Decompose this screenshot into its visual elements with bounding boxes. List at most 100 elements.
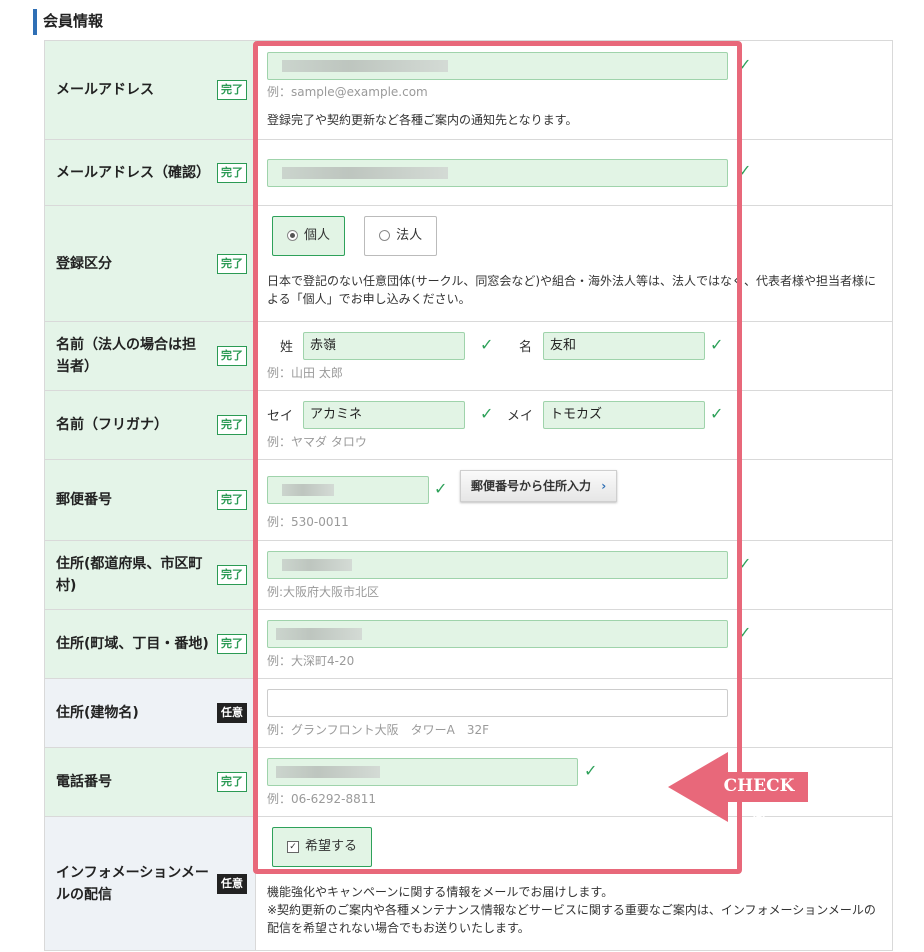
address1-label: 住所(都道府県、市区町村) — [56, 556, 203, 594]
status-badge-done: 完了 — [217, 162, 247, 183]
label-cell-kana: 名前（フリガナ） 完了 — [44, 390, 256, 460]
label-cell-postal: 郵便番号 完了 — [44, 459, 256, 541]
address2-hint: 例：大深町4-20 — [267, 654, 355, 668]
check-icon: ✓ — [738, 161, 752, 180]
email-label: メールアドレス — [56, 82, 154, 98]
first-kana-label: メイ — [507, 409, 534, 424]
label-cell-newsletter: インフォメーションメールの配信 任意 — [44, 816, 256, 951]
field-cell-address2: ✓ 例：大深町4-20 — [255, 609, 893, 679]
field-cell-email: ✓ 例：sample@example.com 登録完了や契約更新など各種ご案内の… — [255, 40, 893, 140]
newsletter-note-line2: ※契約更新のご案内や各種メンテナンス情報などサービスに関する重要なご案内は、イン… — [267, 903, 876, 935]
status-badge-done: 完了 — [217, 490, 247, 510]
newsletter-label: インフォメーションメールの配信 — [56, 864, 209, 903]
address1-input[interactable] — [267, 551, 728, 579]
row-address2: 住所(町域、丁目・番地) 完了 ✓ 例：大深町4-20 — [44, 609, 893, 679]
label-cell-email-confirm: メールアドレス（確認） 完了 — [44, 139, 256, 206]
newsletter-checkbox-label: 希望する — [305, 839, 358, 854]
label-cell-email: メールアドレス 完了 — [44, 40, 256, 140]
last-name-label: 姓 — [280, 340, 294, 355]
email-confirm-label: メールアドレス（確認） — [56, 164, 210, 181]
label-cell-building: 住所(建物名) 任意 — [44, 678, 256, 748]
check-icon: ✓ — [584, 761, 598, 780]
field-cell-registration: 個人 法人 日本で登記のない任意団体(サークル、同窓会など)や組合・海外法人等は… — [255, 205, 893, 322]
phone-hint: 例：06-6292-8811 — [267, 792, 377, 806]
field-cell-name: 姓 赤嶺 ✓ 名 友和 ✓ 例：山田 太郎 — [255, 321, 893, 391]
address2-input[interactable] — [267, 620, 728, 648]
radio-dot-icon — [287, 230, 298, 241]
label-cell-name: 名前（法人の場合は担当者） 完了 — [44, 321, 256, 391]
phone-input[interactable] — [267, 758, 578, 786]
check-icon: ✓ — [710, 335, 724, 354]
first-name-input[interactable]: 友和 — [543, 332, 705, 360]
last-kana-label: セイ — [267, 409, 294, 424]
check-icon: ✓ — [710, 404, 724, 423]
status-badge-optional: 任意 — [217, 873, 247, 894]
radio-dot-icon — [379, 230, 391, 241]
row-email: メールアドレス 完了 ✓ 例：sample@example.com 登録完了や契… — [44, 40, 893, 140]
email-input[interactable] — [267, 52, 728, 80]
field-cell-address1: ✓ 例:大阪府大阪市北区 — [255, 540, 893, 610]
postal-input[interactable] — [267, 476, 429, 504]
section-title: 会員情報 — [33, 9, 103, 35]
first-kana-input[interactable]: トモカズ — [543, 401, 705, 429]
last-kana-input[interactable]: アカミネ — [303, 401, 465, 429]
check-icon: ✓ — [480, 335, 494, 354]
row-postal: 郵便番号 完了 ✓ 郵便番号から住所入力 › 例：530-0011 — [44, 459, 893, 541]
building-input[interactable] — [267, 689, 728, 717]
building-hint: 例：グランフロント大阪 タワーA 32F — [267, 723, 490, 737]
label-cell-registration: 登録区分 完了 — [44, 205, 256, 322]
row-building: 住所(建物名) 任意 例：グランフロント大阪 タワーA 32F — [44, 678, 893, 748]
registration-note: 日本で登記のない任意団体(サークル、同窓会など)や組合・海外法人等は、法人ではな… — [267, 274, 877, 306]
status-badge-done: 完了 — [217, 253, 247, 274]
phone-label: 電話番号 — [56, 774, 112, 790]
label-cell-address1: 住所(都道府県、市区町村) 完了 — [44, 540, 256, 610]
first-name-label: 名 — [519, 340, 533, 355]
registration-label: 登録区分 — [56, 255, 112, 272]
kana-hint: 例：ヤマダ タロウ — [267, 435, 367, 449]
row-newsletter: インフォメーションメールの配信 任意 ✓ 希望する 機能強化やキャンペーンに関する… — [44, 816, 893, 951]
newsletter-note-line1: 機能強化やキャンペーンに関する情報をメールでお届けします。 — [267, 885, 614, 899]
kana-label: 名前（フリガナ） — [56, 417, 168, 433]
check-icon: ✓ — [738, 623, 752, 642]
radio-corporation-label: 法人 — [396, 228, 423, 243]
label-cell-address2: 住所(町域、丁目・番地) 完了 — [44, 609, 256, 679]
radio-individual[interactable]: 個人 — [272, 216, 346, 256]
row-name: 名前（法人の場合は担当者） 完了 姓 赤嶺 ✓ 名 友和 ✓ 例：山田 太郎 — [44, 321, 893, 391]
building-label: 住所(建物名) — [56, 705, 139, 721]
postal-lookup-button[interactable]: 郵便番号から住所入力 › — [460, 470, 618, 502]
row-address1: 住所(都道府県、市区町村) 完了 ✓ 例:大阪府大阪市北区 — [44, 540, 893, 610]
status-badge-done: 完了 — [217, 346, 247, 366]
label-cell-phone: 電話番号 完了 — [44, 747, 256, 817]
status-badge-optional: 任意 — [217, 703, 247, 723]
status-badge-done: 完了 — [217, 565, 247, 585]
email-confirm-input[interactable] — [267, 159, 728, 187]
row-registration: 登録区分 完了 個人 法人 日本で登記のない任意団体(サークル、同窓会など)や組… — [44, 205, 893, 322]
email-hint: 例：sample@example.com — [267, 85, 428, 99]
status-badge-done: 完了 — [217, 772, 247, 792]
field-cell-email-confirm: ✓ — [255, 139, 893, 206]
radio-individual-label: 個人 — [304, 228, 331, 243]
row-email-confirm: メールアドレス（確認） 完了 ✓ — [44, 139, 893, 206]
chevron-right-icon: › — [601, 479, 607, 493]
postal-hint: 例：530-0011 — [267, 515, 349, 529]
newsletter-checkbox[interactable]: ✓ 希望する — [272, 827, 373, 867]
checkbox-check-icon: ✓ — [287, 840, 299, 853]
check-icon: ✓ — [434, 479, 448, 498]
last-name-input[interactable]: 赤嶺 — [303, 332, 465, 360]
field-cell-building: 例：グランフロント大阪 タワーA 32F — [255, 678, 893, 748]
row-kana: 名前（フリガナ） 完了 セイ アカミネ ✓ メイ トモカズ ✓ 例：ヤマダ タロ… — [44, 390, 893, 460]
field-cell-kana: セイ アカミネ ✓ メイ トモカズ ✓ 例：ヤマダ タロウ — [255, 390, 893, 460]
check-icon: ✓ — [738, 55, 752, 74]
check-icon: ✓ — [480, 404, 494, 423]
address2-label: 住所(町域、丁目・番地) — [56, 636, 209, 652]
callout-label: CHECK ③ — [723, 776, 795, 824]
address1-hint: 例:大阪府大阪市北区 — [267, 585, 380, 599]
status-badge-done: 完了 — [217, 415, 247, 435]
check-icon: ✓ — [738, 554, 752, 573]
field-cell-postal: ✓ 郵便番号から住所入力 › 例：530-0011 — [255, 459, 893, 541]
email-note: 登録完了や契約更新など各種ご案内の通知先となります。 — [267, 113, 578, 127]
radio-corporation[interactable]: 法人 — [364, 216, 438, 256]
newsletter-note: 機能強化やキャンペーンに関する情報をメールでお届けします。 ※契約更新のご案内や… — [267, 883, 882, 937]
status-badge-done: 完了 — [217, 80, 247, 100]
name-hint: 例：山田 太郎 — [267, 366, 343, 380]
